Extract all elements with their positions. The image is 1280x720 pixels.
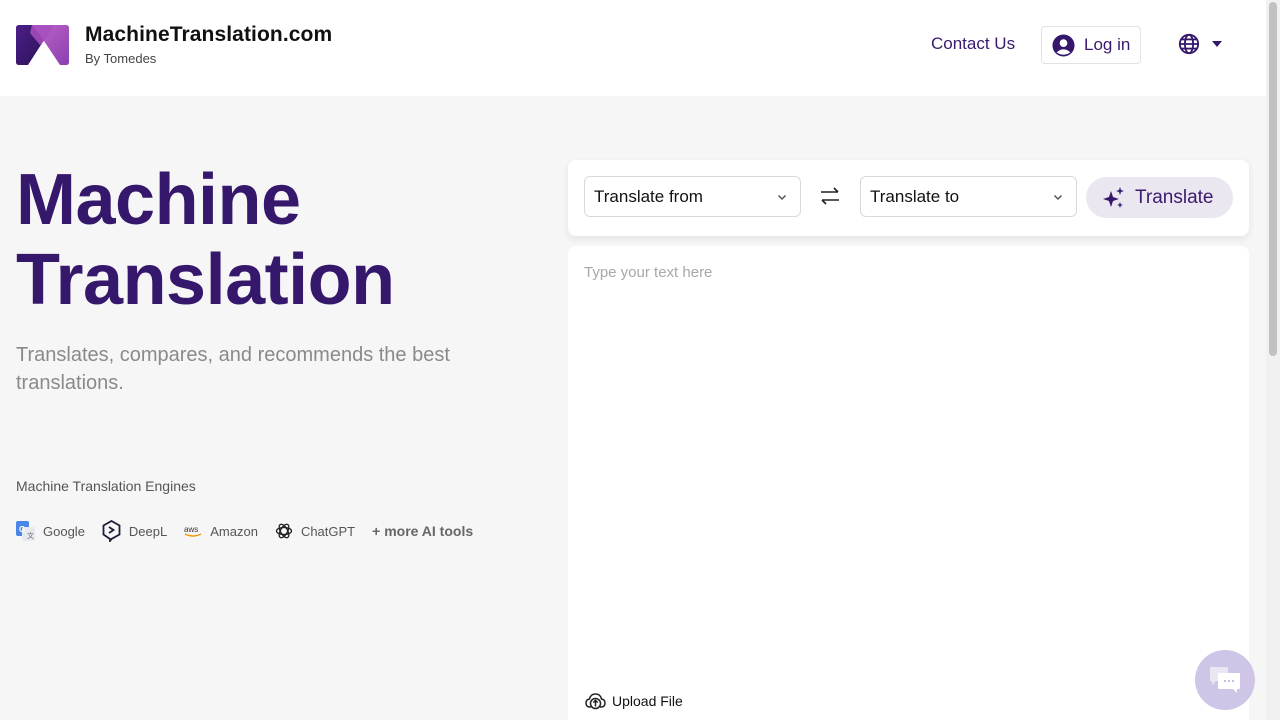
contact-us-link[interactable]: Contact Us	[931, 34, 1015, 54]
brand-subtitle: By Tomedes	[85, 51, 157, 66]
engine-deepl[interactable]: DeepL	[102, 520, 167, 542]
translate-to-select[interactable]: Translate to	[860, 176, 1077, 217]
more-ai-tools-link[interactable]: + more AI tools	[372, 523, 473, 539]
engine-amazon[interactable]: aws Amazon	[184, 524, 258, 539]
chat-icon	[1210, 667, 1240, 693]
user-icon	[1052, 33, 1075, 57]
page-scrollbar[interactable]	[1266, 0, 1280, 720]
source-text-input[interactable]	[584, 264, 1234, 664]
sparkle-icon	[1103, 186, 1124, 208]
language-selector[interactable]	[1178, 33, 1222, 55]
engine-google-label: Google	[43, 523, 85, 539]
engines-list: G 文 Google DeepL aws Amazon ChatGPT + mo…	[16, 520, 473, 542]
globe-icon	[1178, 33, 1200, 55]
svg-text:aws: aws	[184, 525, 198, 534]
svg-text:文: 文	[27, 531, 34, 540]
translate-button-label: Translate	[1135, 186, 1214, 208]
chevron-down-icon	[1053, 194, 1063, 201]
source-text-panel: Upload File	[568, 246, 1249, 720]
login-button[interactable]: Log in	[1041, 26, 1141, 64]
login-label: Log in	[1084, 35, 1131, 54]
google-translate-icon: G 文	[16, 521, 35, 541]
deepl-icon	[102, 520, 121, 542]
hero-title-line2: Translation	[16, 240, 395, 320]
hero-title: Machine Translation	[16, 160, 395, 320]
chat-widget-button[interactable]	[1195, 650, 1255, 710]
svg-text:G: G	[19, 525, 25, 534]
upload-file-button[interactable]: Upload File	[585, 692, 683, 710]
engine-chatgpt-label: ChatGPT	[300, 523, 356, 539]
engine-amazon-label: Amazon	[210, 523, 258, 539]
aws-icon: aws	[184, 525, 202, 537]
translator-toolbar: Translate from Translate to Translate	[568, 160, 1249, 236]
translate-to-label: Translate to	[870, 186, 960, 206]
upload-file-label: Upload File	[612, 693, 683, 709]
site-header: MachineTranslation.com By Tomedes Contac…	[0, 0, 1266, 96]
engines-label: Machine Translation Engines	[16, 478, 196, 494]
translate-from-label: Translate from	[594, 186, 703, 206]
brand-name[interactable]: MachineTranslation.com	[85, 23, 332, 47]
translate-button[interactable]: Translate	[1086, 177, 1233, 218]
engine-deepl-label: DeepL	[128, 523, 168, 539]
chevron-down-icon	[777, 194, 787, 201]
scrollbar-thumb[interactable]	[1269, 2, 1277, 356]
translate-from-select[interactable]: Translate from	[584, 176, 801, 217]
hero-subtitle: Translates, compares, and recommends the…	[16, 344, 450, 394]
caret-down-icon	[1212, 41, 1222, 47]
swap-languages-icon[interactable]	[819, 186, 841, 206]
logo-icon[interactable]	[16, 25, 69, 65]
hero-title-line1: Machine	[16, 160, 301, 240]
engine-chatgpt[interactable]: ChatGPT	[275, 522, 355, 540]
cloud-upload-icon	[585, 693, 606, 710]
engine-google[interactable]: G 文 Google	[16, 521, 85, 541]
chatgpt-icon	[275, 523, 293, 539]
